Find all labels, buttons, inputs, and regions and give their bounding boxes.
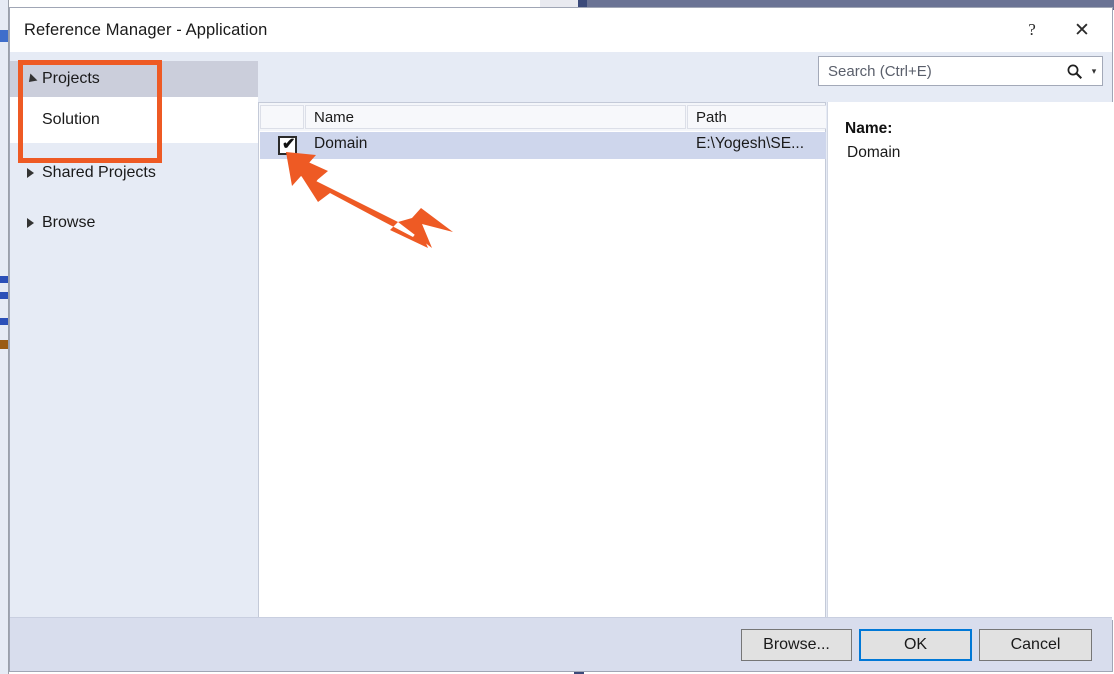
background-titlebar-left xyxy=(540,0,578,7)
column-header-checkbox[interactable] xyxy=(260,105,304,129)
sidebar: Projects Solution Shared Projects Browse xyxy=(10,52,258,671)
cancel-button[interactable]: Cancel xyxy=(979,629,1092,661)
sidebar-item-label: Browse xyxy=(42,214,96,231)
detail-panel: Name: Domain xyxy=(827,102,1113,620)
search-input[interactable] xyxy=(819,61,1062,81)
dialog-title: Reference Manager - Application xyxy=(24,21,268,39)
sidebar-item-shared-projects[interactable]: Shared Projects xyxy=(10,157,258,189)
close-icon[interactable]: ✕ xyxy=(1059,8,1105,52)
sidebar-item-label: Shared Projects xyxy=(42,164,156,181)
list-header-row: Name Path xyxy=(259,103,826,131)
sidebar-item-projects[interactable]: Projects xyxy=(10,61,258,97)
cell-path: E:\Yogesh\SE... xyxy=(696,135,805,152)
sidebar-item-label: Projects xyxy=(42,70,100,87)
reference-list: Name Path ✔ Domain E:\Yogesh\SE... xyxy=(258,102,826,620)
sidebar-item-label: Solution xyxy=(42,111,100,128)
dialog-titlebar: Reference Manager - Application ? ✕ xyxy=(10,8,1112,52)
background-content-sliver xyxy=(0,276,8,283)
detail-name-label: Name: xyxy=(845,120,893,137)
column-header-name[interactable]: Name xyxy=(305,105,686,129)
dialog-footer: Browse... OK Cancel xyxy=(10,617,1112,671)
cell-name: Domain xyxy=(314,135,368,152)
help-button[interactable]: ? xyxy=(1009,8,1055,52)
column-header-path[interactable]: Path xyxy=(687,105,826,129)
browse-button[interactable]: Browse... xyxy=(741,629,852,661)
sidebar-item-solution[interactable]: Solution xyxy=(10,97,258,143)
chevron-right-icon[interactable] xyxy=(10,218,40,228)
chevron-right-icon[interactable] xyxy=(10,168,40,178)
ok-button[interactable]: OK xyxy=(859,629,972,661)
background-content-sliver xyxy=(0,340,8,349)
check-icon: ✔ xyxy=(282,136,296,153)
search-box[interactable]: ▾ xyxy=(818,56,1103,86)
sidebar-item-browse[interactable]: Browse xyxy=(10,207,258,239)
chevron-down-icon[interactable] xyxy=(10,72,40,86)
background-content-sliver xyxy=(0,318,8,325)
row-checkbox[interactable]: ✔ xyxy=(278,136,297,155)
search-icon[interactable] xyxy=(1062,63,1086,80)
background-content-sliver xyxy=(0,30,8,42)
detail-name-value: Domain xyxy=(847,144,901,161)
chevron-down-icon[interactable]: ▾ xyxy=(1086,66,1102,77)
table-row[interactable]: ✔ Domain E:\Yogesh\SE... xyxy=(260,132,826,159)
background-content-sliver xyxy=(0,292,8,299)
reference-manager-dialog: Reference Manager - Application ? ✕ Proj… xyxy=(9,7,1113,672)
